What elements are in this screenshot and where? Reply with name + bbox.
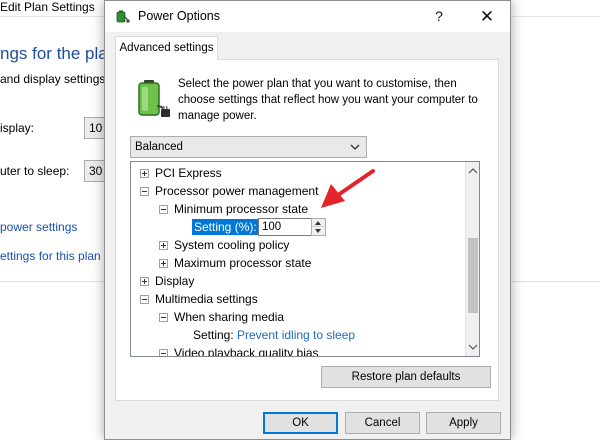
tree-item-label: Maximum processor state (174, 256, 312, 270)
tree-item-system-cooling[interactable]: System cooling policy (131, 236, 465, 254)
restore-plan-defaults-button[interactable]: Restore plan defaults (321, 366, 491, 388)
tree-item-processor-power[interactable]: Processor power management (131, 182, 465, 200)
apply-button[interactable]: Apply (426, 412, 501, 434)
tree-item-label: Display (155, 274, 195, 288)
spinner-down-button[interactable] (312, 227, 325, 235)
scroll-up-icon[interactable] (466, 164, 480, 178)
tree-item-label: Video playback quality bias (174, 346, 319, 357)
spinner-up-button[interactable] (312, 219, 325, 227)
ok-button[interactable]: OK (263, 412, 338, 434)
arrow-up-icon (315, 221, 321, 225)
tab-advanced-settings[interactable]: Advanced settings (115, 36, 218, 60)
settings-tree[interactable]: PCI Express Processor power management M… (130, 161, 480, 357)
tree-item-multimedia[interactable]: Multimedia settings (131, 290, 465, 308)
expand-icon[interactable] (159, 241, 168, 250)
bg-sleep-label: uter to sleep: (0, 164, 70, 178)
bg-link-power-settings[interactable]: power settings (0, 220, 77, 234)
dialog-title: Power Options (138, 9, 220, 23)
tree-scrollbar[interactable] (465, 162, 479, 356)
tree-item-display[interactable]: Display (131, 272, 465, 290)
tree-item-label: System cooling policy (174, 238, 290, 252)
setting-spinner[interactable] (311, 218, 326, 236)
intro-text: Select the power plan that you want to c… (178, 78, 478, 122)
tree-item-label: PCI Express (155, 166, 222, 180)
setting-percent-label: Setting (%): (192, 219, 259, 235)
arrow-down-icon (315, 229, 321, 233)
bg-link-settings-plan[interactable]: ettings for this plan (0, 249, 101, 263)
tree-item-label: Multimedia settings (155, 292, 258, 306)
cancel-button[interactable]: Cancel (345, 412, 420, 434)
bg-window-title: Edit Plan Settings (0, 0, 95, 14)
advanced-settings-panel: Select the power plan that you want to c… (115, 59, 499, 401)
setting-percent-input[interactable]: 100 (258, 218, 312, 236)
power-options-icon (116, 10, 130, 23)
collapse-icon[interactable] (159, 349, 168, 356)
plan-select-value: Balanced (135, 141, 183, 153)
tree-item-video-playback[interactable]: Video playback quality bias (131, 344, 465, 357)
expand-icon[interactable] (159, 259, 168, 268)
tree-item-label: When sharing media (174, 310, 285, 324)
tree-item-sharing-setting[interactable]: Setting: Prevent idling to sleep (131, 326, 465, 344)
expand-icon[interactable] (140, 277, 149, 286)
power-plan-select[interactable]: Balanced (130, 136, 367, 158)
tree-item-label: Processor power management (155, 184, 319, 198)
chevron-down-icon (350, 144, 360, 150)
tree-item-pci-express[interactable]: PCI Express (131, 164, 465, 182)
expand-icon[interactable] (140, 169, 149, 178)
collapse-icon[interactable] (140, 295, 149, 304)
scroll-thumb[interactable] (468, 238, 478, 313)
tree-item-label: Minimum processor state (174, 202, 309, 216)
close-button[interactable]: ✕ (465, 1, 509, 32)
tree-item-min-processor-state[interactable]: Minimum processor state (131, 200, 465, 218)
collapse-icon[interactable] (159, 313, 168, 322)
tree-item-setting-percent[interactable]: Setting (%): 100 (131, 218, 465, 236)
dialog-titlebar[interactable]: Power Options ? ✕ (105, 1, 510, 32)
tree-item-max-processor-state[interactable]: Maximum processor state (131, 254, 465, 272)
scroll-down-icon[interactable] (466, 340, 480, 354)
tree-item-sharing-media[interactable]: When sharing media (131, 308, 465, 326)
sharing-setting-value[interactable]: Prevent idling to sleep (237, 326, 355, 344)
collapse-icon[interactable] (140, 187, 149, 196)
collapse-icon[interactable] (159, 205, 168, 214)
help-button[interactable]: ? (417, 1, 461, 32)
bg-subtitle: and display settings (0, 72, 106, 86)
sharing-setting-label: Setting: (193, 328, 234, 342)
bg-display-label: isplay: (0, 121, 35, 135)
battery-plug-icon (138, 80, 170, 117)
power-options-dialog: Power Options ? ✕ Advanced settings Sele… (104, 0, 511, 440)
